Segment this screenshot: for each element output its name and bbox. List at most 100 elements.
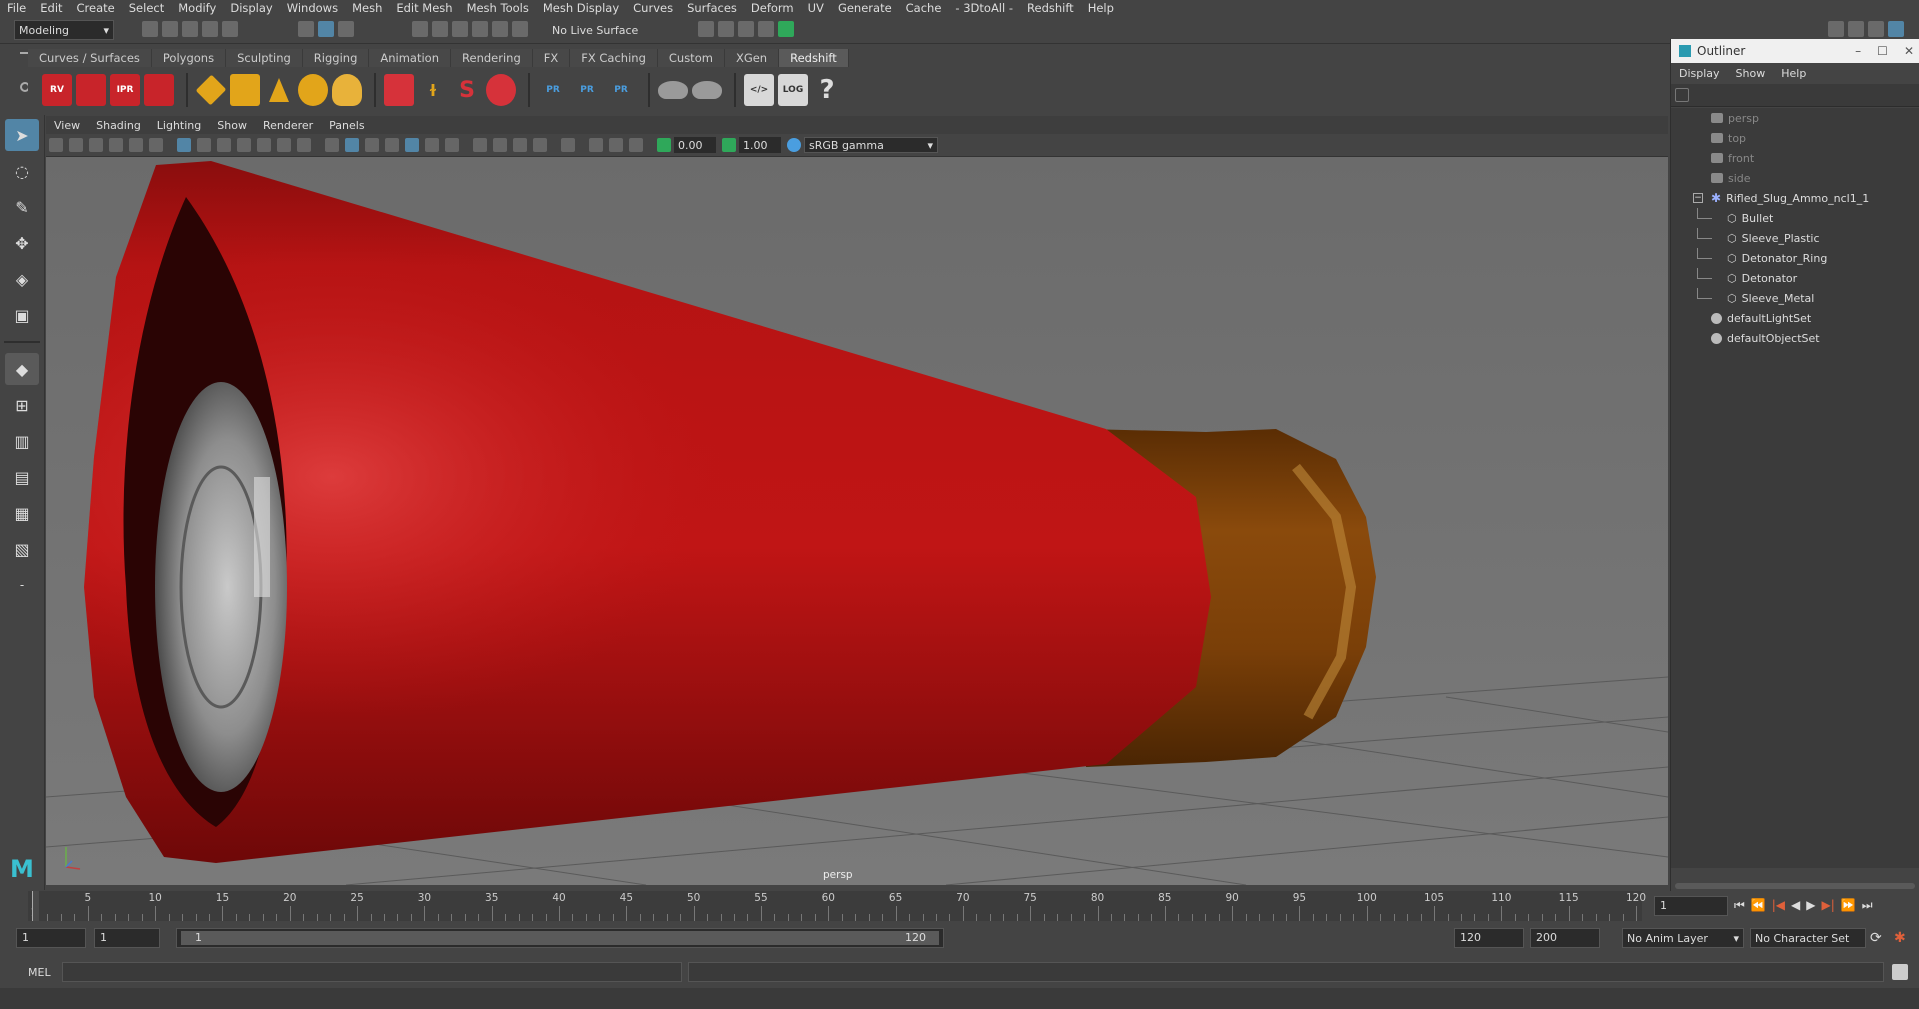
menu-item[interactable]: Surfaces: [680, 1, 744, 15]
image-plane-icon[interactable]: [109, 138, 123, 152]
undo-icon[interactable]: [202, 21, 218, 37]
shelf-tab[interactable]: Polygons: [151, 49, 227, 67]
viewport-menu-item[interactable]: View: [46, 119, 88, 132]
snap-grid-icon[interactable]: [412, 21, 428, 37]
smooth-shade-icon[interactable]: [345, 138, 359, 152]
outliner-search-field[interactable]: [1671, 84, 1919, 107]
step-back-frame-icon[interactable]: |◀: [1772, 898, 1785, 913]
playback-end-field[interactable]: 120: [1454, 928, 1524, 948]
menu-item[interactable]: Modify: [171, 1, 223, 15]
shelf-tab[interactable]: Redshift: [779, 49, 849, 67]
rs-aov-icon[interactable]: </>: [744, 74, 774, 106]
command-language-label[interactable]: MEL: [28, 966, 51, 979]
outliner-item[interactable]: ⬡ Detonator_Ring: [1671, 248, 1919, 268]
shelf-tab[interactable]: Custom: [657, 49, 725, 67]
shelf-tab[interactable]: Rigging: [302, 49, 370, 67]
animation-start-field[interactable]: 1: [16, 928, 86, 948]
anim-prefs-icon[interactable]: ✱: [1894, 930, 1906, 946]
time-slider[interactable]: 1510152025303540455055606570758085909510…: [0, 891, 1919, 921]
magnet-icon[interactable]: [512, 21, 528, 37]
menu-item[interactable]: Mesh: [345, 1, 389, 15]
paint-select-tool-icon[interactable]: ✎: [5, 191, 39, 223]
save-scene-icon[interactable]: [182, 21, 198, 37]
outliner-hscrollbar[interactable]: [1675, 883, 1915, 889]
go-to-end-icon[interactable]: ⏭: [1862, 898, 1873, 913]
xray-icon[interactable]: [589, 138, 603, 152]
menu-item[interactable]: Edit Mesh: [389, 1, 459, 15]
outliner-menu-item[interactable]: Display: [1671, 67, 1728, 80]
color-management-icon[interactable]: [787, 138, 801, 152]
rs-render-icon[interactable]: [76, 74, 106, 106]
shelf-tab[interactable]: Curves / Surfaces: [28, 49, 152, 67]
two-d-pan-icon[interactable]: [129, 138, 143, 152]
rs-sun-sky-icon[interactable]: [332, 74, 362, 106]
camera-select-icon[interactable]: [49, 138, 63, 152]
select-by-hierarchy-icon[interactable]: [298, 21, 314, 37]
outliner-filter-icon[interactable]: [1675, 88, 1689, 102]
viewport-menu-item[interactable]: Renderer: [255, 119, 321, 132]
open-scene-icon[interactable]: [162, 21, 178, 37]
command-input[interactable]: [62, 962, 682, 982]
pr-object-icon[interactable]: PR: [538, 74, 568, 106]
shelf-tab[interactable]: Sculpting: [226, 49, 303, 67]
move-tool-icon[interactable]: ✥: [5, 227, 39, 259]
xray-active-icon[interactable]: [609, 138, 623, 152]
lasso-tool-icon[interactable]: ◌: [5, 155, 39, 187]
outliner-item[interactable]: side: [1671, 168, 1919, 188]
channel-box-icon[interactable]: [1868, 21, 1884, 37]
gamma-icon[interactable]: [722, 138, 736, 152]
safe-title-icon[interactable]: [297, 138, 311, 152]
menu-item[interactable]: Curves: [626, 1, 680, 15]
help-icon[interactable]: ?: [812, 74, 842, 106]
time-slider-ruler[interactable]: 1510152025303540455055606570758085909510…: [28, 891, 1646, 921]
select-tool-icon[interactable]: ➤: [5, 119, 39, 151]
step-back-key-icon[interactable]: ⏪: [1751, 898, 1766, 913]
outliner-item[interactable]: ⬡ Detonator: [1671, 268, 1919, 288]
menu-item[interactable]: - 3DtoAll -: [948, 1, 1020, 15]
pr-export-icon[interactable]: PR: [572, 74, 602, 106]
menu-item[interactable]: Help: [1081, 1, 1121, 15]
wireframe-on-shaded-icon[interactable]: [365, 138, 379, 152]
outliner-item[interactable]: defaultLightSet: [1671, 308, 1919, 328]
toolbox-collapse-icon[interactable]: -: [5, 569, 39, 601]
pr-swap-icon[interactable]: PR: [606, 74, 636, 106]
viewport-menu-item[interactable]: Shading: [88, 119, 149, 132]
outliner-item[interactable]: defaultObjectSet: [1671, 328, 1919, 348]
default-material-icon[interactable]: [385, 138, 399, 152]
depth-of-field-icon[interactable]: [533, 138, 547, 152]
rs-environment2-icon[interactable]: [692, 81, 722, 99]
rs-proxy-icon[interactable]: [384, 74, 414, 106]
maximize-icon[interactable]: ☐: [1877, 44, 1888, 58]
menu-item[interactable]: Cache: [899, 1, 949, 15]
snap-point-icon[interactable]: [452, 21, 468, 37]
menu-item[interactable]: Display: [223, 1, 279, 15]
close-icon[interactable]: ✕: [1904, 44, 1914, 58]
snap-curve-icon[interactable]: [432, 21, 448, 37]
grease-pencil-icon[interactable]: [149, 138, 163, 152]
shadows-icon[interactable]: [445, 138, 459, 152]
rs-log-icon[interactable]: LOG: [778, 74, 808, 106]
menu-item[interactable]: Edit: [33, 1, 69, 15]
menu-item[interactable]: Windows: [280, 1, 345, 15]
range-slider[interactable]: 1 120: [176, 928, 944, 948]
camera-attributes-icon[interactable]: [69, 138, 83, 152]
mode-dropdown[interactable]: Modeling ▾: [14, 20, 114, 40]
rs-render-settings-icon[interactable]: [144, 74, 174, 106]
hypershade-icon[interactable]: [778, 21, 794, 37]
menu-item[interactable]: Select: [122, 1, 171, 15]
three-pane-layout-icon[interactable]: ▦: [5, 497, 39, 529]
rs-volume-icon[interactable]: ɫ: [418, 74, 448, 106]
menu-item[interactable]: Create: [70, 1, 122, 15]
rotate-tool-icon[interactable]: ◈: [5, 263, 39, 295]
rs-portal-light-icon[interactable]: [230, 74, 260, 106]
render-settings-icon[interactable]: [758, 21, 774, 37]
outliner-item[interactable]: ⬡ Sleeve_Metal: [1671, 288, 1919, 308]
playback-start-field[interactable]: 1: [94, 928, 160, 948]
new-scene-icon[interactable]: [142, 21, 158, 37]
use-all-lights-icon[interactable]: [425, 138, 439, 152]
minimize-icon[interactable]: –: [1855, 44, 1861, 58]
resolution-gate-icon[interactable]: [217, 138, 231, 152]
rs-render-view-icon[interactable]: RV: [42, 74, 72, 106]
bookmark-icon[interactable]: [89, 138, 103, 152]
viewport-menu-item[interactable]: Panels: [321, 119, 372, 132]
